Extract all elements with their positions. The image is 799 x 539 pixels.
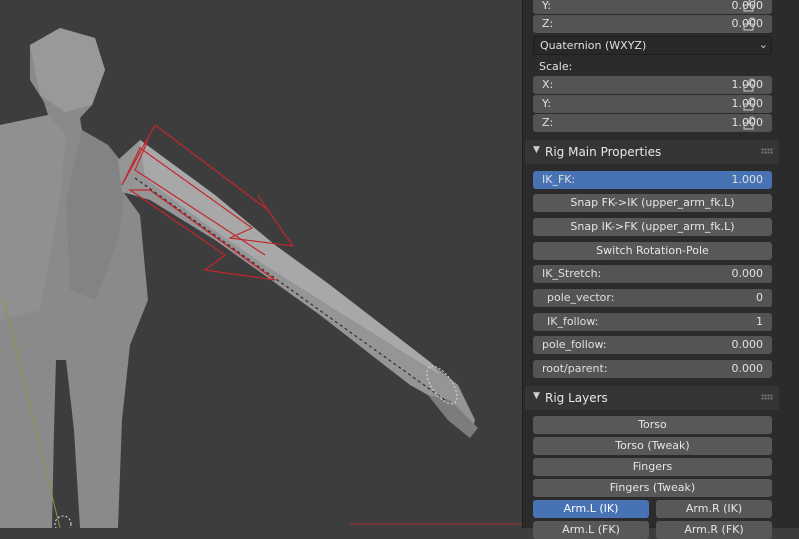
snap-ik-fk-button[interactable]: Snap IK->FK (upper_arm_fk.L) [533,218,772,236]
layer-arm-r-ik-button[interactable]: Arm.R (IK) [656,500,772,518]
pole-vector-field[interactable]: pole_vector: 0 [533,289,772,307]
character-mesh [0,28,522,528]
lock-icon[interactable] [742,78,756,92]
triangle-down-icon: ▼ [533,145,540,155]
rig-layers-header[interactable]: ▼ Rig Layers [525,386,779,410]
layer-torso-tweak-button[interactable]: Torso (Tweak) [533,437,772,455]
ik-follow-field[interactable]: IK_follow: 1 [533,313,772,331]
grip-icon[interactable] [761,148,773,154]
lock-icon[interactable] [742,17,756,31]
grip-icon[interactable] [761,394,773,400]
layer-torso-button[interactable]: Torso [533,416,772,434]
pole-follow-field[interactable]: pole_follow: 0.000 [533,336,772,354]
lock-icon[interactable] [742,116,756,130]
rotation-mode-dropdown[interactable]: Quaternion (WXYZ) ⌄ [533,36,772,55]
layer-fingers-tweak-button[interactable]: Fingers (Tweak) [533,479,772,497]
triangle-down-icon: ▼ [533,391,540,401]
snap-fk-ik-button[interactable]: Snap FK->IK (upper_arm_fk.L) [533,194,772,212]
scale-z-field[interactable]: Z: 1.000 [533,114,772,132]
root-parent-field[interactable]: root/parent: 0.000 [533,360,772,378]
rig-main-properties-header[interactable]: ▼ Rig Main Properties [525,140,779,164]
layer-arm-l-ik-button[interactable]: Arm.L (IK) [533,500,649,518]
chevron-down-icon: ⌄ [758,38,768,51]
location-z-field[interactable]: Z: 0.000 [533,15,772,33]
3d-viewport[interactable] [0,0,522,528]
ik-stretch-field[interactable]: IK_Stretch: 0.000 [533,265,772,283]
ik-fk-slider[interactable]: IK_FK: 1.000 [533,171,772,189]
scale-x-field[interactable]: X: 1.000 [533,76,772,94]
lock-icon[interactable] [742,97,756,111]
layer-fingers-button[interactable]: Fingers [533,458,772,476]
lock-icon[interactable] [742,0,756,12]
scale-label: Scale: [539,60,573,73]
layer-arm-r-fk-button[interactable]: Arm.R (FK) [656,521,772,539]
layer-arm-l-fk-button[interactable]: Arm.L (FK) [533,521,649,539]
scale-y-field[interactable]: Y: 1.000 [533,95,772,113]
location-y-field[interactable]: Y: 0.000 [533,0,772,14]
switch-rotation-pole-button[interactable]: Switch Rotation-Pole [533,242,772,260]
